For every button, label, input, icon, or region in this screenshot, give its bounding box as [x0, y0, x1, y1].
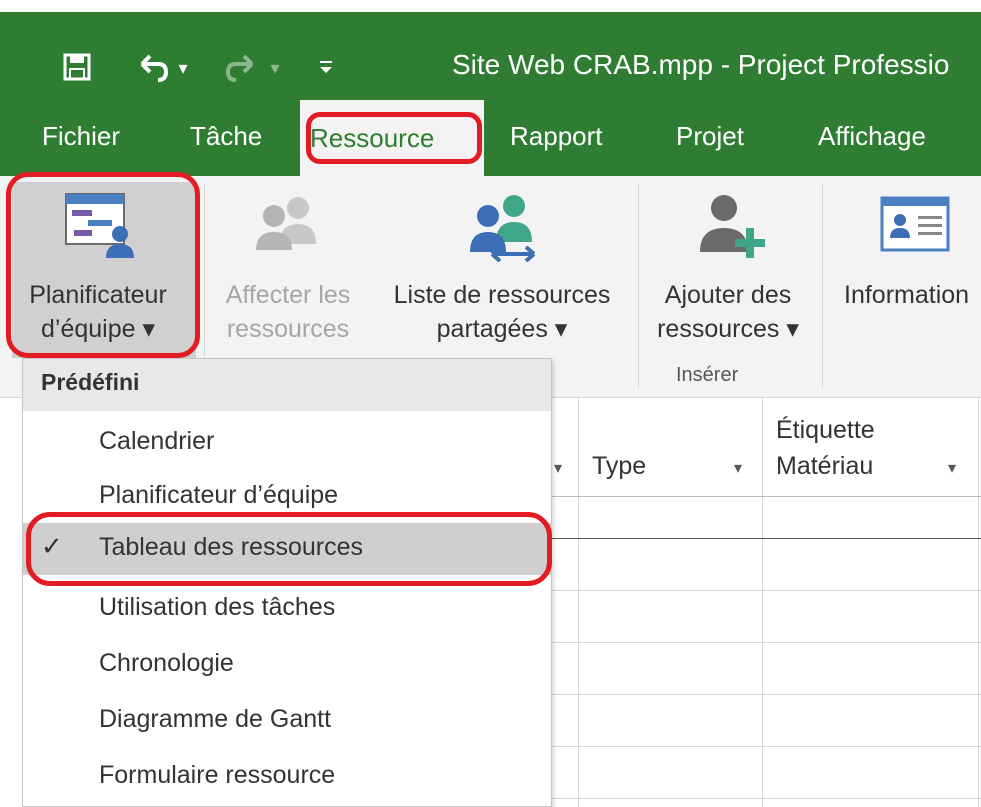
column-filter-arrow-icon[interactable]: ▾ — [734, 458, 742, 478]
resource-pool-icon[interactable] — [462, 192, 542, 263]
undo-dropdown-icon[interactable]: ▾ — [174, 56, 192, 80]
tab-projet[interactable]: Projet — [676, 112, 744, 160]
tab-fichier[interactable]: Fichier — [42, 112, 120, 160]
menu-item-formulaire-ressource[interactable]: Formulaire ressource — [23, 751, 551, 803]
resource-pool-label-1[interactable]: Liste de ressources — [370, 278, 634, 312]
add-resources-label-1[interactable]: Ajouter des — [640, 278, 816, 312]
tab-tache[interactable]: Tâche — [190, 112, 262, 160]
ribbon-separator — [822, 184, 823, 388]
menu-item-label: Planificateur d’équipe — [99, 481, 339, 509]
column-header-material-label-2[interactable]: Matériau — [776, 452, 873, 481]
resource-pool-label-2[interactable]: partagées ▾ — [370, 312, 634, 346]
column-filter-arrow-icon[interactable]: ▾ — [948, 458, 956, 478]
annotation-highlight-resource-sheet — [26, 512, 552, 586]
menu-section-header: Prédéfini — [23, 359, 551, 411]
assign-resources-label-1: Affecter les — [225, 281, 351, 309]
ribbon-separator — [204, 184, 205, 356]
annotation-highlight-ressource-tab — [306, 112, 482, 164]
redo-dropdown-icon: ▾ — [270, 57, 280, 78]
menu-item-label: Formulaire ressource — [99, 761, 336, 789]
assign-resources-label-2: ressources — [226, 315, 350, 343]
customize-qat-icon[interactable] — [314, 52, 338, 82]
grid-row-line — [552, 538, 981, 539]
grid-row-line — [552, 694, 981, 695]
assign-resources-icon — [250, 194, 322, 250]
column-header-type[interactable]: Type — [592, 452, 646, 481]
column-filter-arrow-icon[interactable]: ▾ — [554, 458, 562, 478]
information-label[interactable]: Information — [830, 278, 981, 312]
information-icon[interactable] — [880, 196, 950, 252]
grid-row-line — [552, 798, 981, 799]
grid-row-line — [552, 642, 981, 643]
annotation-highlight-team-planner — [6, 172, 200, 358]
menu-item-label: Chronologie — [99, 649, 234, 677]
redo-icon — [222, 50, 262, 84]
title-bar-top-strip — [0, 0, 981, 12]
save-icon[interactable] — [60, 50, 94, 84]
menu-item-label: Diagramme de Gantt — [99, 705, 332, 733]
menu-section-header-label: Prédéfini — [41, 369, 140, 395]
app-window: ▾ ▾ Site Web CRAB.mpp - Project Professi… — [0, 0, 981, 807]
menu-item-label: Calendrier — [99, 427, 215, 455]
menu-item-calendrier[interactable]: Calendrier — [23, 417, 551, 469]
document-title: Site Web CRAB.mpp - Project Professio — [452, 49, 950, 80]
tab-rapport[interactable]: Rapport — [510, 112, 603, 160]
menu-item-diagramme-gantt[interactable]: Diagramme de Gantt — [23, 695, 551, 747]
menu-item-chronologie[interactable]: Chronologie — [23, 639, 551, 691]
tab-affichage[interactable]: Affichage — [818, 112, 926, 160]
undo-icon[interactable] — [132, 50, 172, 84]
insert-group-label: Insérer — [676, 364, 739, 386]
grid-row-line — [552, 590, 981, 591]
ribbon-separator — [638, 184, 639, 388]
grid-row-line — [552, 746, 981, 747]
menu-item-utilisation-taches[interactable]: Utilisation des tâches — [23, 583, 551, 635]
add-resources-icon[interactable] — [690, 190, 770, 262]
title-bar: ▾ ▾ Site Web CRAB.mpp - Project Professi… — [0, 0, 981, 96]
menu-item-label: Utilisation des tâches — [99, 593, 336, 621]
column-header-material-label-1[interactable]: Étiquette — [776, 416, 875, 445]
grid-header-bottom — [552, 496, 981, 497]
add-resources-label-2[interactable]: ressources ▾ — [640, 312, 816, 346]
